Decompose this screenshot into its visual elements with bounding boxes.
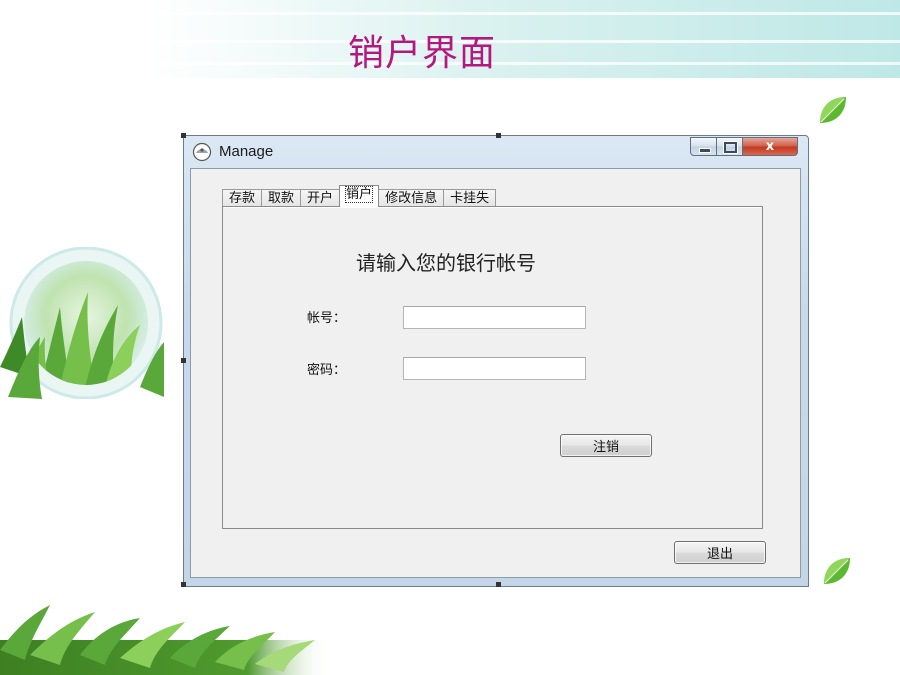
close-button[interactable]: x: [743, 137, 798, 156]
maximize-icon: [724, 142, 737, 153]
window-title: Manage: [219, 143, 274, 160]
exit-button[interactable]: 退出: [674, 541, 766, 564]
slide-title: 销户界面: [348, 33, 497, 74]
grass-image: [0, 605, 330, 675]
resize-handle[interactable]: [496, 582, 501, 587]
minimize-icon: [699, 148, 711, 153]
minimize-button[interactable]: [690, 137, 717, 156]
tab-label: 取款: [268, 191, 295, 206]
app-icon: [192, 142, 212, 162]
band-stripe: [150, 40, 900, 43]
tab-label: 销户: [345, 186, 374, 203]
tab-open-account[interactable]: 开户: [300, 189, 341, 207]
title-band: [150, 0, 900, 78]
grass-circle-image: [0, 247, 164, 399]
tab-label: 存款: [229, 191, 256, 206]
leaf-icon: [824, 558, 850, 584]
title-bar[interactable]: Manage x: [184, 136, 808, 168]
account-input[interactable]: [403, 306, 586, 329]
band-stripe: [150, 12, 900, 15]
tab-deposit[interactable]: 存款: [222, 189, 263, 207]
cancel-account-button[interactable]: 注销: [560, 434, 652, 457]
window-controls: x: [690, 137, 798, 157]
password-label: 密码：: [307, 363, 347, 378]
account-label: 帐号：: [307, 311, 347, 326]
close-account-panel: 请输入您的银行帐号 帐号： 密码： 注销: [222, 206, 763, 529]
tab-modify-info[interactable]: 修改信息: [378, 189, 445, 207]
account-prompt: 请输入您的银行帐号: [356, 251, 536, 275]
tab-label: 开户: [307, 191, 334, 206]
password-input[interactable]: [403, 357, 586, 380]
tab-close-account[interactable]: 销户: [339, 185, 380, 207]
tab-withdraw[interactable]: 取款: [261, 189, 302, 207]
manage-window: Manage x 存款 取款 开户 销户 修改信息 卡挂失 请输入您的银行帐号 …: [181, 133, 809, 587]
close-icon: x: [765, 139, 775, 154]
resize-handle[interactable]: [181, 358, 186, 363]
tab-strip: 存款 取款 开户 销户 修改信息 卡挂失: [222, 185, 497, 207]
resize-handle[interactable]: [181, 582, 186, 587]
band-stripe: [150, 62, 900, 65]
maximize-button[interactable]: [717, 137, 743, 156]
window-client-area: 存款 取款 开户 销户 修改信息 卡挂失 请输入您的银行帐号 帐号： 密码： 注…: [190, 168, 801, 578]
tab-report-lost-card[interactable]: 卡挂失: [443, 189, 497, 207]
tab-label: 卡挂失: [450, 191, 490, 206]
tab-label: 修改信息: [385, 191, 438, 206]
leaf-icon: [820, 97, 846, 123]
